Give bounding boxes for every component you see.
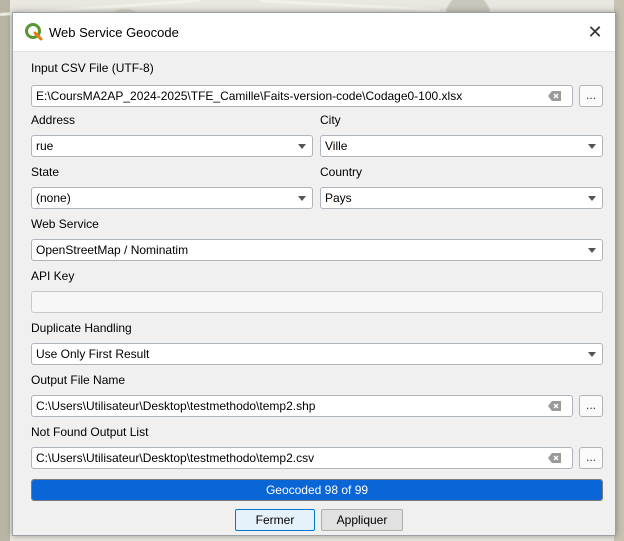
- output-file-browse-button[interactable]: ...: [579, 395, 603, 417]
- chevron-down-icon: [298, 144, 306, 149]
- clear-icon[interactable]: [548, 90, 562, 102]
- duplicate-handling-label: Duplicate Handling: [31, 321, 132, 335]
- chevron-down-icon: [298, 196, 306, 201]
- web-service-value: OpenStreetMap / Nominatim: [36, 243, 189, 257]
- output-file-field[interactable]: C:\Users\Utilisateur\Desktop\testmethodo…: [31, 395, 573, 417]
- web-service-label: Web Service: [31, 217, 99, 231]
- close-button[interactable]: Fermer: [235, 509, 315, 531]
- city-combo[interactable]: Ville: [320, 135, 603, 157]
- output-file-value: C:\Users\Utilisateur\Desktop\testmethodo…: [36, 399, 316, 413]
- apply-button[interactable]: Appliquer: [321, 509, 403, 531]
- input-csv-value: E:\CoursMA2AP_2024-2025\TFE_Camille\Fait…: [36, 89, 463, 103]
- chevron-down-icon: [588, 248, 596, 253]
- chevron-down-icon: [588, 352, 596, 357]
- not-found-output-field[interactable]: C:\Users\Utilisateur\Desktop\testmethodo…: [31, 447, 573, 469]
- close-icon[interactable]: ✕: [575, 13, 615, 51]
- window-title: Web Service Geocode: [49, 24, 179, 40]
- input-csv-field[interactable]: E:\CoursMA2AP_2024-2025\TFE_Camille\Fait…: [31, 85, 573, 107]
- address-label: Address: [31, 113, 76, 127]
- address-value: rue: [36, 139, 54, 153]
- output-file-label: Output File Name: [31, 373, 126, 387]
- city-label: City: [320, 113, 341, 127]
- duplicate-handling-combo[interactable]: Use Only First Result: [31, 343, 603, 365]
- state-combo[interactable]: (none): [31, 187, 313, 209]
- title-bar: Web Service Geocode ✕: [13, 13, 615, 52]
- progress-text: Geocoded 98 of 99: [265, 483, 369, 497]
- chevron-down-icon: [588, 144, 596, 149]
- address-combo[interactable]: rue: [31, 135, 313, 157]
- country-combo[interactable]: Pays: [320, 187, 603, 209]
- clear-icon[interactable]: [548, 400, 562, 412]
- not-found-output-browse-button[interactable]: ...: [579, 447, 603, 469]
- api-key-label: API Key: [31, 269, 75, 283]
- duplicate-handling-value: Use Only First Result: [36, 347, 150, 361]
- country-value: Pays: [325, 191, 352, 205]
- country-label: Country: [320, 165, 363, 179]
- api-key-field[interactable]: [31, 291, 603, 313]
- web-service-combo[interactable]: OpenStreetMap / Nominatim: [31, 239, 603, 261]
- qgis-logo-icon: [25, 23, 43, 41]
- city-value: Ville: [325, 139, 348, 153]
- input-csv-browse-button[interactable]: ...: [579, 85, 603, 107]
- input-csv-label: Input CSV File (UTF-8): [31, 61, 154, 75]
- state-label: State: [31, 165, 60, 179]
- not-found-output-label: Not Found Output List: [31, 425, 149, 439]
- web-service-geocode-dialog: Web Service Geocode ✕ Input CSV File (UT…: [12, 12, 616, 536]
- state-value: (none): [36, 191, 71, 205]
- chevron-down-icon: [588, 196, 596, 201]
- not-found-output-value: C:\Users\Utilisateur\Desktop\testmethodo…: [36, 451, 315, 465]
- clear-icon[interactable]: [548, 452, 562, 464]
- geocode-progress-bar: Geocoded 98 of 99: [31, 479, 603, 501]
